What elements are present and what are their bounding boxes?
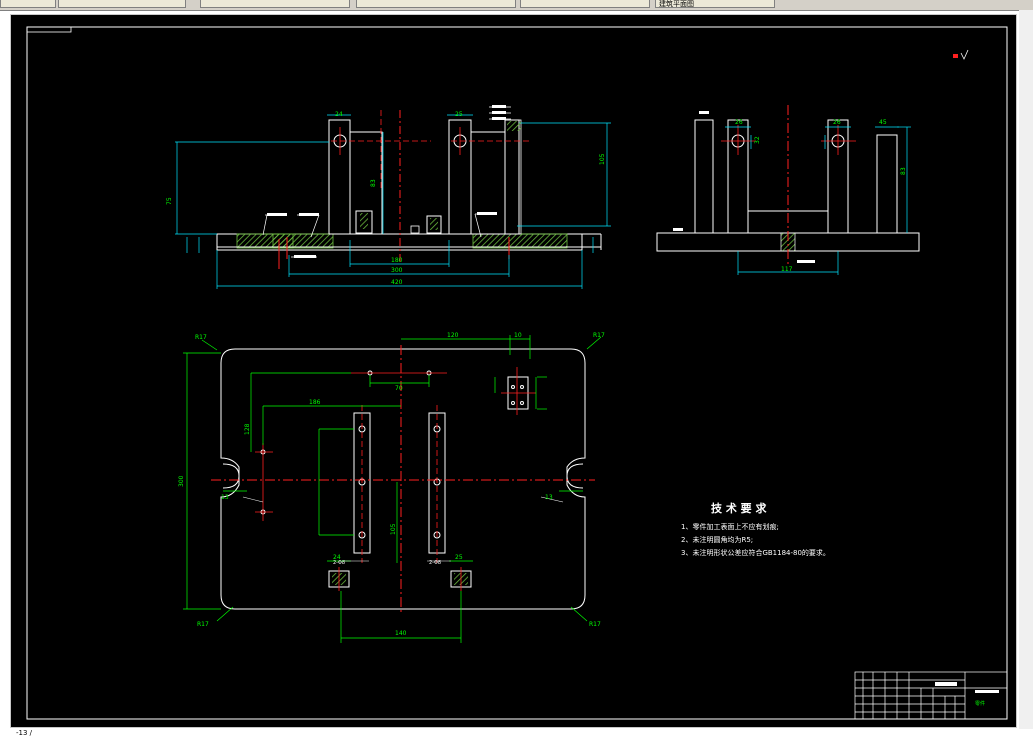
plan-dim-300: 300 xyxy=(178,475,185,487)
plan-dim-13a: 13 xyxy=(221,494,229,501)
title-block-sub: 零件 xyxy=(975,700,985,707)
roughness-icon xyxy=(960,49,969,60)
roughness-mark xyxy=(953,54,958,58)
front-view: 24 25 83 75 105 180 300 420 xyxy=(166,105,611,289)
plan-dim-105: 105 xyxy=(390,523,397,535)
side-dim-26: 26 xyxy=(833,119,841,126)
drawing-canvas[interactable]: 24 25 83 75 105 180 300 420 26 26 45 32 … xyxy=(10,14,1017,728)
plan-outline xyxy=(220,348,586,610)
dim-180: 180 xyxy=(391,257,403,264)
tab-3[interactable] xyxy=(200,0,350,8)
status-bar: -13 / xyxy=(0,729,1033,737)
tab-2[interactable] xyxy=(58,0,186,8)
side-dim-83: 83 xyxy=(900,167,907,175)
tech-item-3: 3、未注明形状公差应符合GB1184-80的要求。 xyxy=(681,548,830,557)
dim-420: 420 xyxy=(391,279,403,286)
corner-mark xyxy=(26,26,72,33)
side-dim-45a: 26 xyxy=(735,119,743,126)
plan-r17-bl: R17 xyxy=(197,621,209,628)
tab-4[interactable] xyxy=(356,0,516,8)
dim-105: 105 xyxy=(599,153,606,165)
tech-item-2: 2、未注明圆角均为R5; xyxy=(681,535,753,544)
title-block xyxy=(854,671,1008,720)
plan-r17-tl: R17 xyxy=(195,334,207,341)
side-dim-117: 117 xyxy=(781,266,793,273)
dim-24: 24 xyxy=(335,111,343,118)
plan-dim-140: 140 xyxy=(395,630,407,637)
scrollbar[interactable] xyxy=(1019,10,1033,729)
tab-1[interactable] xyxy=(0,0,56,8)
tech-item-1: 1、零件加工表面上不应有划痕; xyxy=(681,522,779,531)
tab-bar: 建筑平面图 xyxy=(0,0,1033,11)
tech-requirements: 技 术 要 求 1、零件加工表面上不应有划痕; 2、未注明圆角均为R5; 3、未… xyxy=(681,501,830,557)
title-block-name: 底座 xyxy=(969,678,979,685)
tab-5[interactable] xyxy=(520,0,650,8)
status-coords: -13 / xyxy=(16,729,33,737)
plan-cb-1: 2-Φ8 xyxy=(333,560,345,566)
tech-heading: 技 术 要 求 xyxy=(711,501,767,515)
tab-6[interactable]: 建筑平面图 xyxy=(655,0,775,8)
dim-75: 75 xyxy=(166,197,173,205)
dim-25a: 25 xyxy=(455,111,463,118)
plan-dim-13b: 13 xyxy=(545,494,553,501)
side-dim-32: 32 xyxy=(754,136,761,144)
front-upright-1 xyxy=(328,119,351,235)
plan-dim-70: 70 xyxy=(395,385,403,392)
plan-dim-10: 10 xyxy=(514,332,522,339)
plan-dim-186: 186 xyxy=(309,399,321,406)
dim-83: 83 xyxy=(370,179,377,187)
plan-dim-120: 120 xyxy=(447,332,459,339)
side-view: 26 26 45 32 117 83 xyxy=(656,105,920,275)
plan-dim-25: 25 xyxy=(455,554,463,561)
plan-dim-128: 128 xyxy=(244,423,251,435)
plan-r17-br: R17 xyxy=(589,621,601,628)
side-dim-45b: 45 xyxy=(879,119,887,126)
plan-view: 120 10 70 186 128 300 105 140 24 25 R17 … xyxy=(178,332,605,643)
plan-r17-tr: R17 xyxy=(593,332,605,339)
plan-cb-2: 2-Φ8 xyxy=(429,560,441,566)
dim-300: 300 xyxy=(391,267,403,274)
